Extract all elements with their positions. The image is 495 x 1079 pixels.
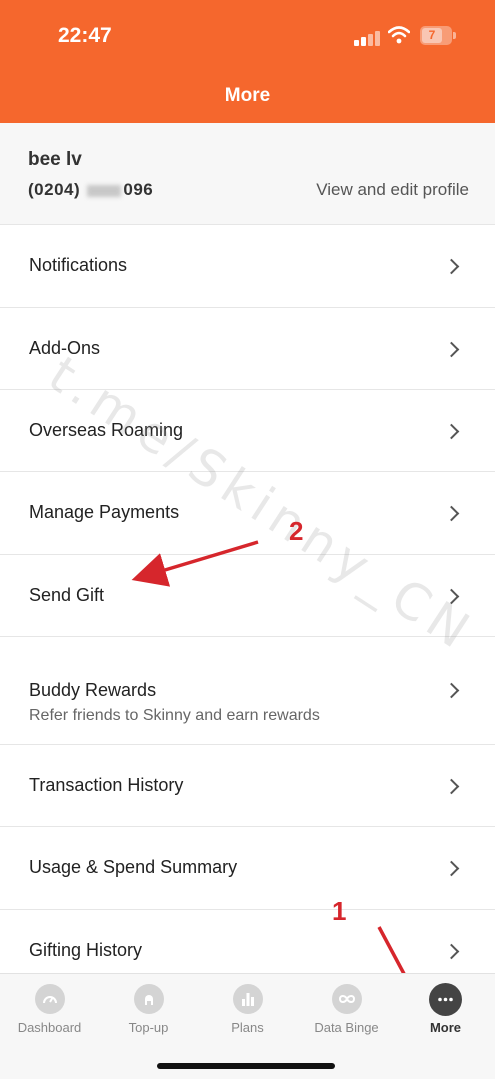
chevron-right-icon bbox=[443, 258, 460, 275]
menu-item-label: Send Gift bbox=[29, 585, 105, 605]
gauge-icon bbox=[35, 984, 65, 1014]
bar-chart-icon bbox=[233, 984, 263, 1014]
chevron-right-icon bbox=[443, 682, 460, 699]
menu-item-label: Overseas Roaming bbox=[29, 420, 184, 440]
menu-item-label: Manage Payments bbox=[29, 502, 180, 522]
tab-label: Top-up bbox=[128, 1020, 169, 1035]
more-dots-icon bbox=[429, 983, 462, 1016]
profile-phone: (0204) 096 bbox=[28, 180, 153, 200]
menu-item-send-gift[interactable]: Send Gift bbox=[0, 555, 495, 637]
chevron-right-icon bbox=[443, 588, 460, 605]
chevron-right-icon bbox=[443, 860, 460, 877]
battery-cap bbox=[453, 32, 456, 39]
menu-item-label: Buddy Rewards bbox=[29, 680, 157, 700]
view-edit-profile-link[interactable]: View and edit profile bbox=[316, 180, 469, 200]
tab-dashboard[interactable]: Dashboard bbox=[0, 974, 99, 1044]
page-title: More bbox=[224, 85, 271, 106]
app-header: 22:47 7 More bbox=[0, 0, 495, 123]
phone-redacted bbox=[87, 184, 122, 197]
menu-item-usage-spend-summary[interactable]: Usage & Spend Summary bbox=[0, 827, 495, 910]
tab-more[interactable]: More bbox=[396, 974, 495, 1044]
profile-card[interactable]: bee lv (0204) 096 View and edit profile bbox=[0, 123, 495, 225]
tab-data-binge[interactable]: Data Binge bbox=[297, 974, 396, 1044]
battery-icon: 7 bbox=[420, 26, 452, 45]
menu-item-label: Transaction History bbox=[29, 775, 184, 795]
tab-label: Plans bbox=[231, 1020, 264, 1035]
battery-level: 7 bbox=[422, 28, 442, 43]
menu-item-notifications[interactable]: Notifications bbox=[0, 225, 495, 308]
menu-item-transaction-history[interactable]: Transaction History bbox=[0, 745, 495, 827]
menu-item-add-ons[interactable]: Add-Ons bbox=[0, 308, 495, 390]
tab-label: More bbox=[429, 1020, 462, 1035]
menu-item-label: Notifications bbox=[29, 255, 128, 275]
phone-prefix: (0204) bbox=[28, 180, 81, 199]
cellular-signal-icon bbox=[354, 30, 380, 46]
tab-label: Data Binge bbox=[314, 1020, 379, 1035]
status-time: 22:47 bbox=[58, 24, 112, 47]
annotation-step-1: 1 bbox=[332, 896, 347, 926]
chevron-right-icon bbox=[443, 943, 460, 960]
infinity-icon bbox=[332, 984, 362, 1014]
tab-top-up[interactable]: Top-up bbox=[99, 974, 198, 1044]
phone-suffix: 096 bbox=[123, 180, 154, 199]
chevron-right-icon bbox=[443, 505, 460, 522]
menu-item-subtitle: Refer friends to Skinny and earn rewards bbox=[29, 707, 320, 724]
menu-item-manage-payments[interactable]: Manage Payments bbox=[0, 472, 495, 555]
tab-label: Dashboard bbox=[17, 1020, 82, 1035]
chevron-right-icon bbox=[443, 341, 460, 358]
top-up-icon bbox=[134, 984, 164, 1014]
chevron-right-icon bbox=[443, 778, 460, 795]
profile-name: bee lv bbox=[28, 149, 82, 170]
menu-item-buddy-rewards[interactable]: Buddy Rewards Refer friends to Skinny an… bbox=[0, 637, 495, 745]
menu-item-overseas-roaming[interactable]: Overseas Roaming bbox=[0, 390, 495, 472]
annotation-step-2: 2 bbox=[289, 516, 304, 546]
home-indicator[interactable] bbox=[157, 1063, 335, 1069]
menu-item-label: Usage & Spend Summary bbox=[29, 857, 238, 877]
menu-item-label: Add-Ons bbox=[29, 338, 101, 358]
tab-plans[interactable]: Plans bbox=[198, 974, 297, 1044]
wifi-icon bbox=[388, 26, 410, 44]
menu-item-label: Gifting History bbox=[29, 940, 143, 960]
more-menu: Notifications Add-Ons Overseas Roaming M… bbox=[0, 225, 495, 975]
menu-item-gifting-history[interactable]: Gifting History bbox=[0, 910, 495, 975]
chevron-right-icon bbox=[443, 423, 460, 440]
